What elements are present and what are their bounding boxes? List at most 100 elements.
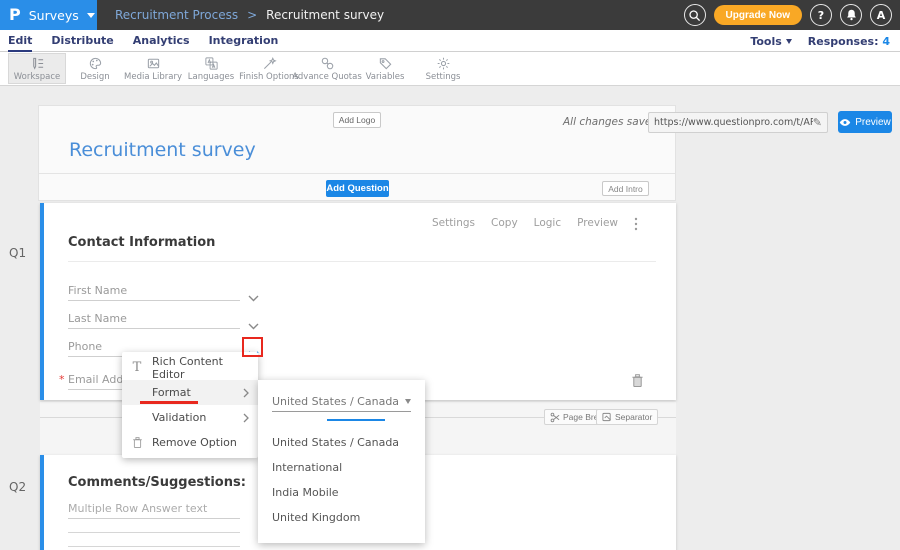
question-number-q1: Q1 xyxy=(9,246,26,260)
multirow-answer-placeholder[interactable]: Multiple Row Answer text xyxy=(68,502,240,519)
trash-icon xyxy=(122,436,152,449)
vertical-dots-icon xyxy=(634,217,638,231)
upgrade-now-button[interactable]: Upgrade Now xyxy=(714,5,802,25)
breadcrumb-folder-link[interactable]: Recruitment Process xyxy=(115,8,238,22)
finish-options-icon xyxy=(262,56,277,71)
country-format-select[interactable]: United States / Canada xyxy=(272,392,411,412)
field-last-name[interactable]: Last Name xyxy=(68,309,240,329)
toolbar-item-languages[interactable]: Languages xyxy=(182,53,240,84)
separator-icon xyxy=(602,412,612,422)
submenu-chevron-icon xyxy=(243,413,249,423)
tools-label: Tools xyxy=(750,35,781,48)
survey-title[interactable]: Recruitment survey xyxy=(69,139,256,161)
menu-item-remove-option[interactable]: Remove Option xyxy=(122,430,258,455)
product-menu-label: Surveys xyxy=(29,8,79,23)
toolbar-item-media-library[interactable]: Media Library xyxy=(124,53,182,84)
option-united-kingdom[interactable]: United Kingdom xyxy=(258,505,425,530)
add-intro-button[interactable]: Add Intro xyxy=(602,181,649,196)
field-first-name[interactable]: First Name xyxy=(68,281,240,301)
question-mark-icon: ? xyxy=(818,9,824,22)
languages-icon xyxy=(204,56,219,71)
focus-indicator xyxy=(327,419,385,421)
nav-tabs: Edit Distribute Analytics Integration xyxy=(8,30,278,52)
chevron-down-icon xyxy=(786,39,792,44)
media-library-icon xyxy=(146,56,161,71)
format-submenu: United States / Canada United States / C… xyxy=(258,380,425,543)
chevron-down-icon xyxy=(405,399,411,404)
field-options-chevron[interactable] xyxy=(248,315,259,334)
settings-icon xyxy=(436,56,451,71)
tab-analytics[interactable]: Analytics xyxy=(133,30,190,52)
avatar-initial: A xyxy=(877,9,886,22)
toolbar-item-variables[interactable]: Variables xyxy=(356,53,414,84)
question-actions: Settings Copy Logic Preview xyxy=(432,217,618,229)
question-more-menu[interactable] xyxy=(634,216,638,235)
question-title-divider xyxy=(68,261,656,262)
advance-quotas-icon xyxy=(320,56,335,71)
field-options-chevron[interactable] xyxy=(248,287,259,306)
responses-link[interactable]: Responses: 4 xyxy=(808,35,890,48)
responses-count: 4 xyxy=(882,35,890,48)
menu-item-rich-content-editor[interactable]: T Rich Content Editor xyxy=(122,355,258,380)
bell-icon xyxy=(845,8,858,22)
delete-question-button[interactable] xyxy=(631,373,644,392)
required-asterisk: * xyxy=(59,373,65,386)
toolbar-item-design[interactable]: Design xyxy=(66,53,124,84)
breadcrumb: Recruitment Process > Recruitment survey xyxy=(115,0,384,30)
trash-icon xyxy=(631,373,644,388)
variables-icon xyxy=(378,56,393,71)
answer-row-line[interactable] xyxy=(68,546,240,547)
workspace-icon xyxy=(30,56,45,71)
app-window: P Surveys Recruitment Process > Recruitm… xyxy=(0,0,900,550)
tab-distribute[interactable]: Distribute xyxy=(51,30,113,52)
question-preview-link[interactable]: Preview xyxy=(577,217,618,229)
add-question-button[interactable]: Add Question xyxy=(326,180,389,197)
survey-url-input[interactable] xyxy=(654,117,813,128)
menu-item-validation[interactable]: Validation xyxy=(122,405,258,430)
add-logo-button[interactable]: Add Logo xyxy=(333,112,381,128)
option-international[interactable]: International xyxy=(258,455,425,480)
separator-button[interactable]: Separator xyxy=(596,409,658,425)
topbar-actions: Upgrade Now ? A xyxy=(684,4,892,26)
question-settings-link[interactable]: Settings xyxy=(432,217,475,229)
question-copy-link[interactable]: Copy xyxy=(491,217,518,229)
help-button[interactable]: ? xyxy=(810,4,832,26)
toolbar-items: Workspace Design Media Lib xyxy=(8,53,472,84)
search-button[interactable] xyxy=(684,4,706,26)
annotation-highlight-box xyxy=(242,337,263,357)
surveys-product-menu[interactable]: P Surveys xyxy=(0,0,97,30)
main-nav: Edit Distribute Analytics Integration To… xyxy=(0,30,900,52)
tab-integration[interactable]: Integration xyxy=(209,30,279,52)
tools-menu[interactable]: Tools xyxy=(750,35,791,48)
nav-right: Tools Responses: 4 xyxy=(750,30,890,52)
question-title-q1[interactable]: Contact Information xyxy=(68,235,215,250)
option-india-mobile[interactable]: India Mobile xyxy=(258,480,425,505)
question-title-q2[interactable]: Comments/Suggestions: xyxy=(68,475,246,490)
toolbar-item-workspace[interactable]: Workspace xyxy=(8,53,66,84)
survey-url-field: ✎ xyxy=(648,112,828,133)
edit-url-pencil-icon[interactable]: ✎ xyxy=(813,116,822,129)
breadcrumb-separator: > xyxy=(247,8,257,22)
question-logic-link[interactable]: Logic xyxy=(534,217,561,229)
toolbar-item-settings[interactable]: Settings xyxy=(414,53,472,84)
text-editor-icon: T xyxy=(122,361,152,374)
option-us-canada[interactable]: United States / Canada xyxy=(258,430,425,455)
toolbar-item-advance-quotas[interactable]: Advance Quotas xyxy=(298,53,356,84)
eye-icon xyxy=(839,118,851,127)
annotation-underline xyxy=(140,401,198,404)
preview-button[interactable]: Preview xyxy=(838,111,892,133)
chevron-down-icon xyxy=(248,295,259,302)
design-icon xyxy=(88,56,103,71)
answer-row-line[interactable] xyxy=(68,532,240,533)
editor-toolbar: Workspace Design Media Lib xyxy=(0,52,900,86)
search-icon xyxy=(688,9,701,22)
notifications-button[interactable] xyxy=(840,4,862,26)
chevron-down-icon xyxy=(248,323,259,330)
responses-label: Responses: xyxy=(808,35,879,48)
account-avatar[interactable]: A xyxy=(870,4,892,26)
questionpro-logo-icon: P xyxy=(9,7,21,23)
toolbar-item-finish-options[interactable]: Finish Options xyxy=(240,53,298,84)
tab-edit[interactable]: Edit xyxy=(8,30,32,52)
breadcrumb-current: Recruitment survey xyxy=(266,8,384,22)
country-format-options: United States / Canada International Ind… xyxy=(258,430,425,530)
